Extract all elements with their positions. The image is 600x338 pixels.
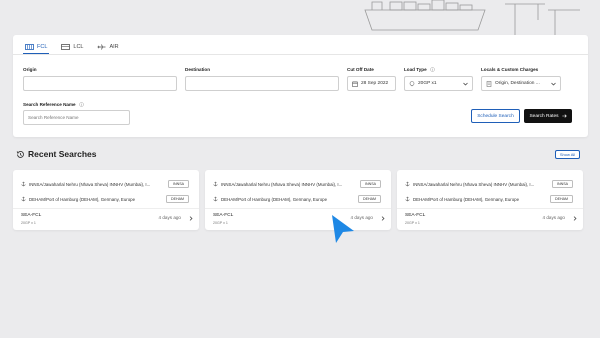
arrow-right-icon: [561, 114, 567, 118]
load-type-label: Load Type: [404, 67, 435, 73]
destination-text: DEHAM/Port of Hamburg (DEHAM), Germany, …: [413, 196, 520, 202]
origin-code: INNSA: [360, 180, 381, 188]
schedule-search-button[interactable]: Schedule Search: [471, 109, 520, 123]
ref-name-label: Search Reference Name: [23, 102, 84, 108]
plane-icon: [97, 44, 106, 50]
ref-name-input[interactable]: [23, 110, 130, 125]
show-all-label: Show All: [559, 152, 576, 157]
charges-select[interactable]: Origin, Destination ...: [481, 76, 561, 91]
destination-row: DEHAM/Port of Hamburg (DEHAM), Germany, …: [405, 194, 573, 204]
info-icon[interactable]: [430, 67, 435, 73]
anchor-icon: [213, 181, 218, 187]
tab-fcl[interactable]: FCL: [23, 40, 50, 54]
tab-fcl-label: FCL: [37, 43, 48, 50]
search-rates-label: Search Rates: [529, 113, 559, 119]
destination-code: DEHAM: [550, 195, 573, 203]
origin-text: INNSA/Jawaharlal Nehru (Nhava Sheva) INN…: [221, 181, 343, 187]
bulb-icon: [409, 80, 415, 86]
cutoff-date-value: 28 Sep 2022: [361, 81, 389, 86]
info-icon[interactable]: [79, 102, 84, 108]
tab-lcl-label: LCL: [73, 44, 84, 50]
origin-input[interactable]: [23, 76, 177, 91]
charges-value: Origin, Destination ...: [495, 81, 540, 86]
destination-text: DEHAM/Port of Hamburg (DEHAM), Germany, …: [221, 196, 328, 202]
search-load: 20GP x 1: [405, 221, 420, 225]
chevron-right-icon[interactable]: [189, 216, 193, 221]
anchor-icon: [21, 196, 26, 202]
tab-air[interactable]: AIR: [95, 40, 120, 54]
origin-row: INNSA/Jawaharlal Nehru (Nhava Sheva) INN…: [213, 179, 381, 189]
search-type: SEA-FCL: [21, 213, 42, 218]
destination-row: DEHAM/Port of Hamburg (DEHAM), Germany, …: [21, 194, 189, 204]
ref-name-label-text: Search Reference Name: [23, 102, 76, 107]
destination-text: DEHAM/Port of Hamburg (DEHAM), Germany, …: [29, 196, 136, 202]
chevron-down-icon: [463, 82, 468, 85]
load-type-value: 20GP x1: [418, 81, 437, 86]
search-form-card: FCL LCL AIR Origin Destination Cut Off D…: [13, 35, 588, 137]
destination-code: DEHAM: [166, 195, 189, 203]
chevron-right-icon[interactable]: [573, 216, 577, 221]
tab-divider: [13, 54, 588, 55]
destination-input[interactable]: [185, 76, 339, 91]
recent-search-card[interactable]: INNSA/Jawaharlal Nehru (Nhava Sheva) INN…: [397, 170, 583, 230]
search-load: 20GP x 1: [213, 221, 228, 225]
history-icon: [16, 150, 24, 158]
mouse-cursor-icon: [332, 215, 354, 243]
tab-lcl[interactable]: LCL: [59, 40, 85, 54]
chevron-right-icon[interactable]: [381, 216, 385, 221]
show-all-button[interactable]: Show All: [555, 150, 580, 159]
card-divider: [397, 208, 583, 209]
anchor-icon: [405, 181, 410, 187]
card-divider: [205, 208, 391, 209]
recent-search-card[interactable]: INNSA/Jawaharlal Nehru (Nhava Sheva) INN…: [13, 170, 199, 230]
origin-row: INNSA/Jawaharlal Nehru (Nhava Sheva) INN…: [21, 179, 189, 189]
mode-tabs: FCL LCL AIR: [23, 40, 131, 54]
destination-code: DEHAM: [358, 195, 381, 203]
anchor-icon: [21, 181, 26, 187]
tab-air-label: AIR: [109, 44, 119, 50]
origin-text: INNSA/Jawaharlal Nehru (Nhava Sheva) INN…: [29, 181, 151, 187]
card-divider: [13, 208, 199, 209]
cutoff-date-picker[interactable]: 28 Sep 2022: [347, 76, 396, 91]
search-type: SEA-FCL: [405, 213, 426, 218]
box-icon: [61, 44, 71, 50]
origin-text: INNSA/Jawaharlal Nehru (Nhava Sheva) INN…: [413, 181, 535, 187]
schedule-search-label: Schedule Search: [477, 113, 514, 119]
destination-label: Destination: [185, 67, 211, 72]
search-age: 4 days ago: [158, 215, 181, 220]
destination-row: DEHAM/Port of Hamburg (DEHAM), Germany, …: [213, 194, 381, 204]
origin-row: INNSA/Jawaharlal Nehru (Nhava Sheva) INN…: [405, 179, 573, 189]
origin-code: INNSA: [552, 180, 573, 188]
calendar-icon: [352, 80, 358, 87]
recent-searches-title: Recent Searches: [28, 149, 97, 159]
recent-searches-heading: Recent Searches: [16, 149, 97, 159]
document-icon: [486, 80, 492, 87]
origin-label: Origin: [23, 67, 37, 72]
cutoff-date-label: Cut Off Date: [347, 67, 374, 72]
anchor-icon: [405, 196, 410, 202]
container-icon: [25, 43, 34, 50]
search-type: SEA-FCL: [213, 213, 234, 218]
ship-illustration: [364, 0, 580, 40]
chevron-down-icon: [551, 82, 556, 85]
load-type-select[interactable]: 20GP x1: [404, 76, 473, 91]
origin-code: INNSA: [168, 180, 189, 188]
recent-search-card[interactable]: INNSA/Jawaharlal Nehru (Nhava Sheva) INN…: [205, 170, 391, 230]
search-load: 20GP x 1: [21, 221, 36, 225]
search-rates-button[interactable]: Search Rates: [524, 109, 572, 123]
anchor-icon: [213, 196, 218, 202]
load-type-label-text: Load Type: [404, 67, 427, 72]
charges-label: Locals & Custom Charges: [481, 67, 539, 72]
search-age: 4 days ago: [542, 215, 565, 220]
